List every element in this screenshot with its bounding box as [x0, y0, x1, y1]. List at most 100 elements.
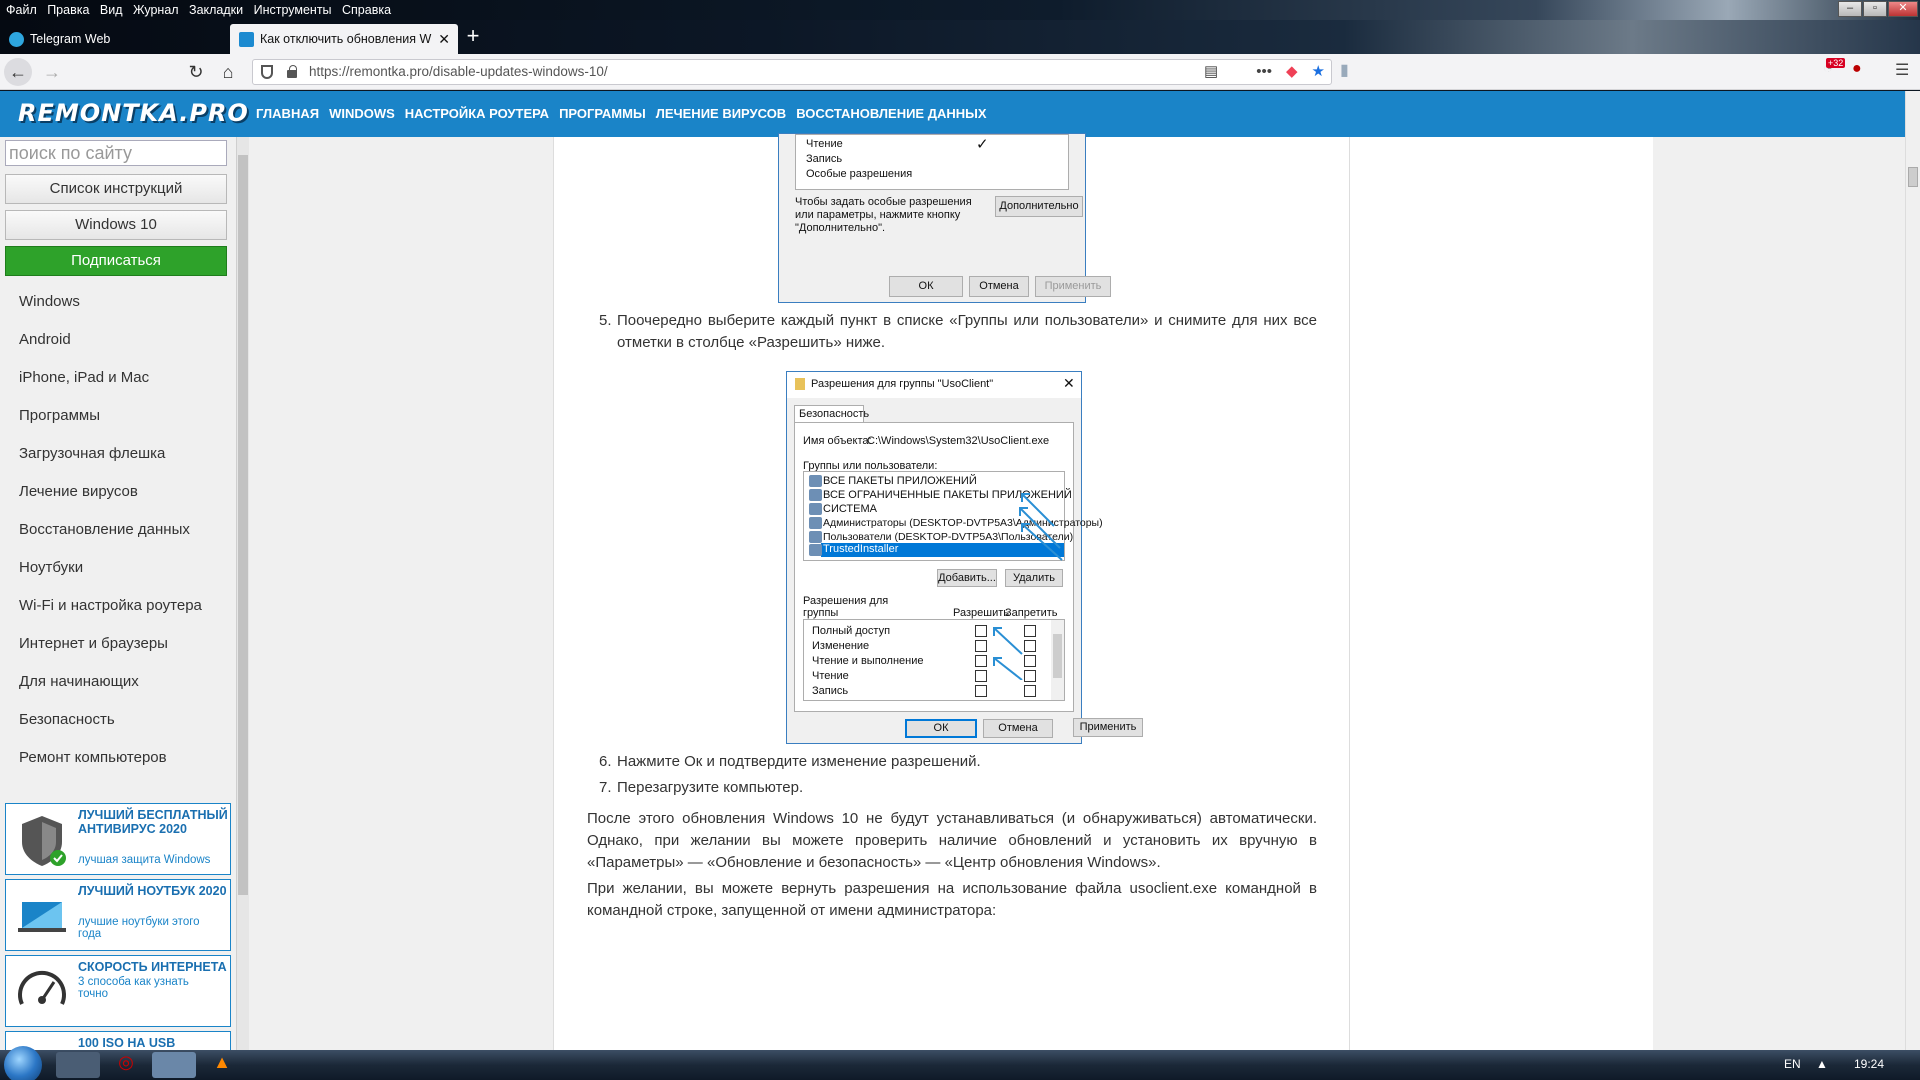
page-actions-icon[interactable]: •••	[1256, 62, 1272, 82]
back-button[interactable]: ←	[4, 58, 32, 86]
subscribe-button[interactable]: Подписаться	[5, 246, 227, 276]
nav-router[interactable]: НАСТРОЙКА РОУТЕРА	[405, 91, 549, 137]
maximize-button[interactable]: ▫	[1863, 1, 1887, 17]
menu-view[interactable]: Вид	[100, 0, 123, 19]
tab-security[interactable]: Безопасность	[794, 405, 869, 423]
ok-button[interactable]: ОК	[889, 276, 963, 297]
home-icon[interactable]: ⌂	[214, 58, 242, 86]
search-input[interactable]: поиск по сайту	[5, 140, 227, 166]
advanced-button[interactable]: Дополнительно	[995, 196, 1083, 217]
extension-icon[interactable]: ▮	[1340, 60, 1349, 80]
apply-button[interactable]: Применить	[1035, 276, 1111, 297]
new-tab-button[interactable]: +	[458, 20, 488, 54]
allow-checkbox[interactable]	[975, 685, 987, 697]
menu-file[interactable]: Файл	[6, 0, 37, 19]
nav-windows[interactable]: WINDOWS	[329, 91, 395, 137]
sidebar-link-recovery[interactable]: Восстановление данных	[19, 521, 190, 538]
tracking-shield-icon[interactable]	[261, 65, 273, 79]
site-icon	[239, 32, 254, 47]
close-window-button[interactable]: ✕	[1888, 1, 1918, 17]
minimize-button[interactable]: –	[1838, 1, 1862, 17]
tab-remontka[interactable]: Как отключить обновления W ✕	[230, 24, 458, 54]
cancel-button[interactable]: Отмена	[969, 276, 1029, 297]
address-bar[interactable]: https://remontka.pro/disable-updates-win…	[252, 59, 1332, 85]
perm-label: Запись	[812, 685, 849, 697]
reader-view-icon[interactable]: ▤	[1204, 62, 1218, 82]
language-indicator[interactable]: EN	[1784, 1057, 1801, 1071]
menu-bookmarks[interactable]: Закладки	[189, 0, 243, 19]
clock[interactable]: 19:24	[1854, 1057, 1884, 1071]
sidebar-link-internet[interactable]: Интернет и браузеры	[19, 635, 168, 652]
nav-programs[interactable]: ПРОГРАММЫ	[559, 91, 646, 137]
cancel-button[interactable]: Отмена	[983, 719, 1053, 738]
page-scrollbar[interactable]	[1905, 91, 1920, 1050]
sidebar-link-repair[interactable]: Ремонт компьютеров	[19, 749, 167, 766]
allow-checkbox[interactable]	[975, 625, 987, 637]
sidebar-link-android[interactable]: Android	[19, 331, 71, 348]
sidebar-link-security[interactable]: Безопасность	[19, 711, 115, 728]
bookmark-star-icon[interactable]: ★	[1312, 62, 1325, 82]
promo-title: 100 ISO НА USB	[78, 1036, 176, 1050]
dialog-titlebar: Разрешения для группы "UsoClient" ✕	[787, 372, 1081, 398]
ok-button[interactable]: ОК	[905, 719, 977, 738]
close-icon[interactable]: ✕	[1063, 375, 1075, 392]
add-button[interactable]: Добавить...	[937, 569, 997, 587]
article-content: Чтение ✓ Запись Особые разрешения Чтобы …	[553, 133, 1350, 1050]
allow-checkbox[interactable]	[975, 640, 987, 652]
site-logo[interactable]: REMONTKA.PRO	[18, 99, 249, 127]
sidebar-link-viruses[interactable]: Лечение вирусов	[19, 483, 138, 500]
deny-checkbox[interactable]	[1024, 685, 1036, 697]
promo-antivirus[interactable]: ЛУЧШИЙ БЕСПЛАТНЫЙ АНТИВИРУС 2020 лучшая …	[5, 803, 231, 875]
url-text[interactable]: https://remontka.pro/disable-updates-win…	[309, 60, 608, 84]
promo-iso[interactable]: 100 ISO НА USB	[5, 1031, 231, 1050]
reload-button[interactable]: ↻	[182, 58, 210, 86]
allow-checkbox[interactable]	[975, 655, 987, 667]
site-header: REMONTKA.PRO ГЛАВНАЯ WINDOWS НАСТРОЙКА Р…	[0, 91, 1905, 137]
lock-icon[interactable]	[287, 65, 297, 78]
forward-button[interactable]: →	[38, 58, 66, 86]
sidebar-link-windows[interactable]: Windows	[19, 293, 80, 310]
promo-speed[interactable]: СКОРОСТЬ ИНТЕРНЕТА 3 способа как узнать …	[5, 955, 231, 1027]
ublock-icon[interactable]: ●	[1852, 60, 1862, 78]
taskbar-explorer-icon[interactable]	[56, 1052, 100, 1078]
nav-viruses[interactable]: ЛЕЧЕНИЕ ВИРУСОВ	[656, 91, 787, 137]
menu-edit[interactable]: Правка	[47, 0, 89, 19]
sidebar-link-laptops[interactable]: Ноутбуки	[19, 559, 83, 576]
sidebar-link-iphone[interactable]: iPhone, iPad и Mac	[19, 369, 149, 386]
tab-telegram[interactable]: Telegram Web	[0, 24, 228, 54]
perm-label: Изменение	[812, 640, 870, 652]
package-icon	[809, 489, 822, 501]
start-button[interactable]	[4, 1046, 42, 1080]
sidebar-scrollbar[interactable]	[236, 137, 249, 1050]
sidebar-link-wifi[interactable]: Wi-Fi и настройка роутера	[19, 597, 202, 614]
menu-help[interactable]: Справка	[342, 0, 391, 19]
nav-recovery[interactable]: ВОССТАНОВЛЕНИЕ ДАННЫХ	[796, 91, 986, 137]
window-controls: – ▫ ✕	[1838, 1, 1918, 17]
taskbar: ◎ ▲ EN ▲ 19:24	[0, 1046, 1920, 1080]
permissions-scrollbar[interactable]	[1051, 620, 1064, 700]
remove-button[interactable]: Удалить	[1005, 569, 1063, 587]
sidebar-link-beginners[interactable]: Для начинающих	[19, 673, 139, 690]
taskbar-firefox-icon[interactable]	[152, 1052, 196, 1078]
group-item[interactable]: ВСЕ ПАКЕТЫ ПРИЛОЖЕНИЙ	[823, 475, 977, 487]
menu-tools[interactable]: Инструменты	[254, 0, 332, 19]
sidebar-link-bootable-usb[interactable]: Загрузочная флешка	[19, 445, 165, 462]
allow-checkbox[interactable]	[975, 670, 987, 682]
promo-laptop[interactable]: ЛУЧШИЙ НОУТБУК 2020 лучшие ноутбуки этог…	[5, 879, 231, 951]
group-item[interactable]: СИСТЕМА	[823, 503, 877, 515]
nav-home[interactable]: ГЛАВНАЯ	[256, 91, 319, 137]
close-tab-icon[interactable]: ✕	[438, 24, 450, 54]
hamburger-menu-icon[interactable]: ☰	[1895, 60, 1909, 80]
sidebar-link-programs[interactable]: Программы	[19, 407, 100, 424]
tray-expand-icon[interactable]: ▲	[1816, 1057, 1828, 1071]
step-5-text: Поочередно выберите каждый пункт в списк…	[617, 312, 1317, 351]
taskbar-vlc-icon[interactable]: ▲	[200, 1052, 244, 1078]
instructions-list-button[interactable]: Список инструкций	[5, 174, 227, 204]
menu-history[interactable]: Журнал	[133, 0, 179, 19]
apply-button[interactable]: Применить	[1073, 718, 1143, 737]
windows10-button[interactable]: Windows 10	[5, 210, 227, 240]
pocket-icon[interactable]: ◆	[1286, 62, 1298, 82]
users-icon	[809, 531, 822, 543]
taskbar-app-icon[interactable]: ◎	[104, 1052, 148, 1078]
groups-list[interactable]: ВСЕ ПАКЕТЫ ПРИЛОЖЕНИЙ ВСЕ ОГРАНИЧЕННЫЕ П…	[803, 471, 1103, 561]
